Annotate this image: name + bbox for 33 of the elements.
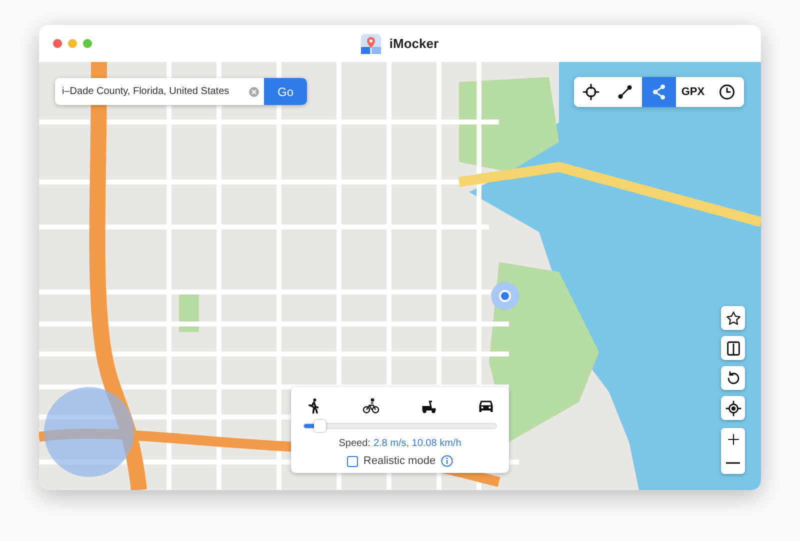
- bicycle-icon[interactable]: [362, 397, 380, 415]
- device-icon: [724, 340, 742, 356]
- star-icon: [724, 310, 742, 326]
- app-logo-icon: [361, 34, 382, 54]
- zoom-in-button[interactable]: [721, 428, 745, 451]
- clock-icon: [718, 83, 736, 101]
- close-button[interactable]: [53, 39, 62, 48]
- reset-button[interactable]: [721, 366, 745, 390]
- speed-label: Speed:: [338, 438, 370, 449]
- crosshair-button[interactable]: [574, 77, 608, 107]
- slider-thumb[interactable]: [314, 420, 326, 432]
- realistic-mode-checkbox[interactable]: [347, 456, 358, 466]
- route-icon: [616, 83, 634, 101]
- speed-slider[interactable]: [303, 423, 497, 429]
- crosshair-icon: [582, 83, 600, 101]
- locate-icon: [724, 400, 742, 416]
- device-button[interactable]: [721, 336, 745, 360]
- go-button[interactable]: Go: [264, 78, 307, 105]
- favorite-button[interactable]: [721, 306, 745, 330]
- realistic-mode-label: Realistic mode: [363, 455, 436, 467]
- window-title: iMocker: [389, 36, 439, 51]
- gpx-button[interactable]: GPX: [676, 77, 710, 107]
- share-icon: [650, 83, 668, 101]
- speed-value: 2.8 m/s, 10.08 km/h: [373, 438, 462, 449]
- share-button[interactable]: [642, 77, 676, 107]
- locate-button[interactable]: [721, 396, 745, 420]
- zoom-out-button[interactable]: [721, 451, 745, 474]
- location-marker-icon[interactable]: [491, 282, 519, 310]
- info-icon[interactable]: [440, 455, 453, 467]
- search-field[interactable]: i–Dade County, Florida, United States: [55, 78, 264, 105]
- minus-icon: [726, 462, 740, 464]
- clock-button[interactable]: [710, 77, 744, 107]
- route-button[interactable]: [608, 77, 642, 107]
